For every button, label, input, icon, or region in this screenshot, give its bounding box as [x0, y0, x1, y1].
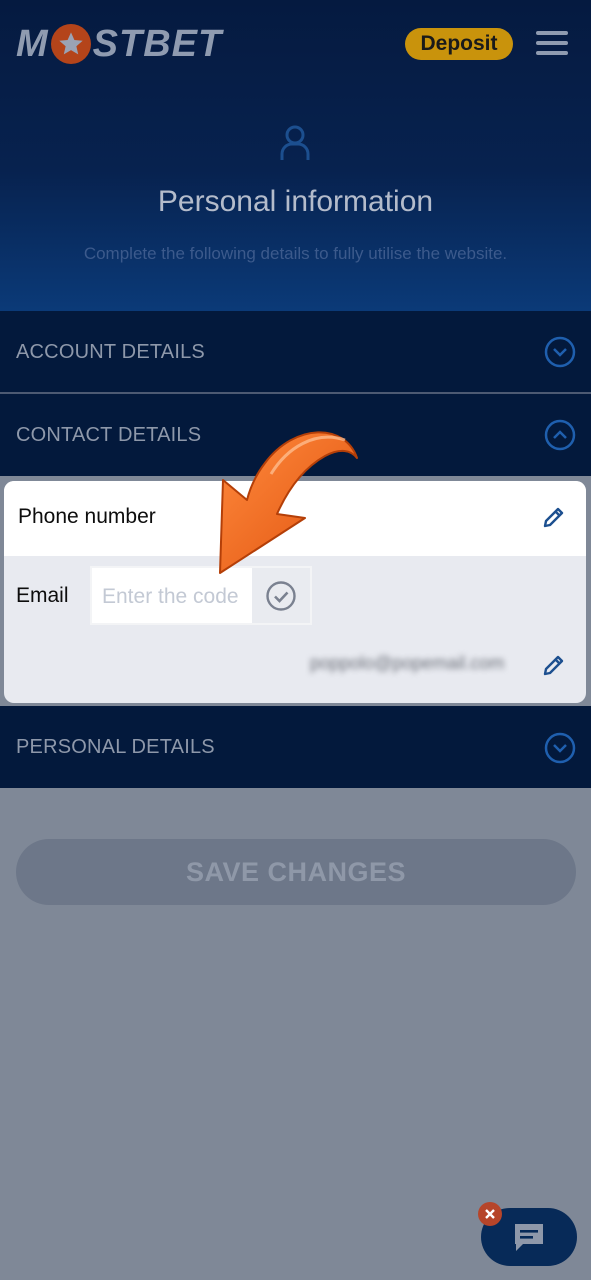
contact-details-card: Phone number Email poppolo@popemail.com: [4, 481, 586, 703]
section-label-personal: PERSONAL DETAILS: [16, 736, 215, 758]
accordion-contact-details[interactable]: CONTACT DETAILS: [0, 394, 591, 476]
deposit-button[interactable]: Deposit: [405, 28, 513, 60]
email-value: poppolo@popemail.com: [310, 653, 505, 673]
user-icon: [280, 125, 310, 160]
phone-number-row: Phone number: [4, 481, 586, 556]
pencil-icon[interactable]: [542, 505, 566, 529]
hero-banner: M STBET Deposit Personal information Com…: [0, 0, 591, 311]
hamburger-menu-icon[interactable]: [536, 31, 568, 55]
chat-icon: [515, 1224, 543, 1251]
logo-text-left: M: [16, 22, 49, 65]
top-bar: M STBET Deposit: [0, 0, 591, 90]
save-changes-button[interactable]: SAVE CHANGES: [16, 839, 576, 905]
chevron-down-icon[interactable]: [544, 336, 576, 368]
page-subtitle: Complete the following details to fully …: [83, 244, 508, 263]
page-title: Personal information: [157, 185, 434, 218]
accordion-account-details[interactable]: ACCOUNT DETAILS: [0, 311, 591, 393]
pencil-icon[interactable]: [542, 653, 566, 677]
confirm-code-button[interactable]: [252, 568, 310, 623]
star-icon: [50, 24, 91, 64]
check-circle-icon: [266, 580, 296, 611]
phone-number-label: Phone number: [18, 505, 156, 528]
chevron-down-icon[interactable]: [544, 732, 576, 764]
accordion-personal-details[interactable]: PERSONAL DETAILS: [0, 706, 591, 788]
logo-text-right: STBET: [92, 22, 223, 65]
close-icon[interactable]: [478, 1202, 502, 1226]
chevron-up-icon[interactable]: [544, 419, 576, 451]
section-label-contact: CONTACT DETAILS: [16, 424, 202, 446]
verification-code-box: [90, 566, 312, 625]
brand-logo[interactable]: M STBET: [16, 22, 223, 65]
section-label-account: ACCOUNT DETAILS: [16, 341, 205, 363]
verification-code-input[interactable]: [102, 583, 252, 611]
email-label: Email: [16, 584, 69, 607]
